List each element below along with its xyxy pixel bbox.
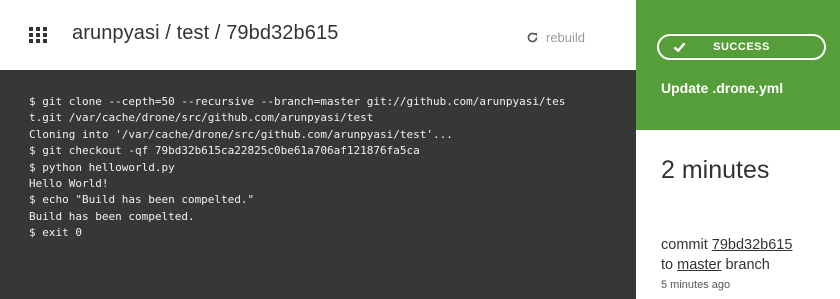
console-line: $ git checkout -qf 79bd32b615ca22825c0be… [29,144,420,158]
branch-suffix: branch [725,257,770,273]
build-header: arunpyasi / test / 79bd32b615 rebuild [0,0,636,70]
time-ago: 5 minutes ago [661,279,731,291]
status-label: SUCCESS [713,41,770,53]
console-line: $ git clone --cepth=50 --recursive --bra… [29,95,566,108]
commit-hash-link[interactable]: 79bd32b615 [712,237,793,253]
commit-message: Update .drone.yml [661,80,784,96]
console-line: $ echo "Build has been compelted." [29,193,255,207]
console-line: Hello World! [29,176,109,190]
console-line: $ python helloworld.py [29,160,175,174]
branch-link[interactable]: master [677,257,721,273]
to-label: to [661,257,674,273]
build-console-output: $ git clone --cepth=50 --recursive --bra… [0,70,636,299]
check-icon [673,42,686,53]
status-badge: SUCCESS [657,34,826,60]
commit-prefix: commit [661,237,708,253]
grid-menu-icon[interactable] [29,27,47,43]
console-line: t.git /var/cache/drone/src/github.com/ar… [29,111,374,125]
build-sidebar: SUCCESS Update .drone.yml 2 minutes comm… [636,0,840,299]
rebuild-button[interactable]: rebuild [526,29,585,45]
build-status-panel: SUCCESS Update .drone.yml [636,0,840,130]
console-line: $ exit 0 [29,226,82,240]
refresh-icon [527,32,538,42]
console-line: Build has been compelted. [29,209,195,223]
commit-info: commit 79bd32b615 to master branch [661,235,792,275]
page-title: arunpyasi / test / 79bd32b615 [72,22,339,44]
rebuild-label: rebuild [546,29,586,45]
console-line: Cloning into '/var/cache/drone/src/githu… [29,127,453,141]
build-duration: 2 minutes [661,156,770,184]
